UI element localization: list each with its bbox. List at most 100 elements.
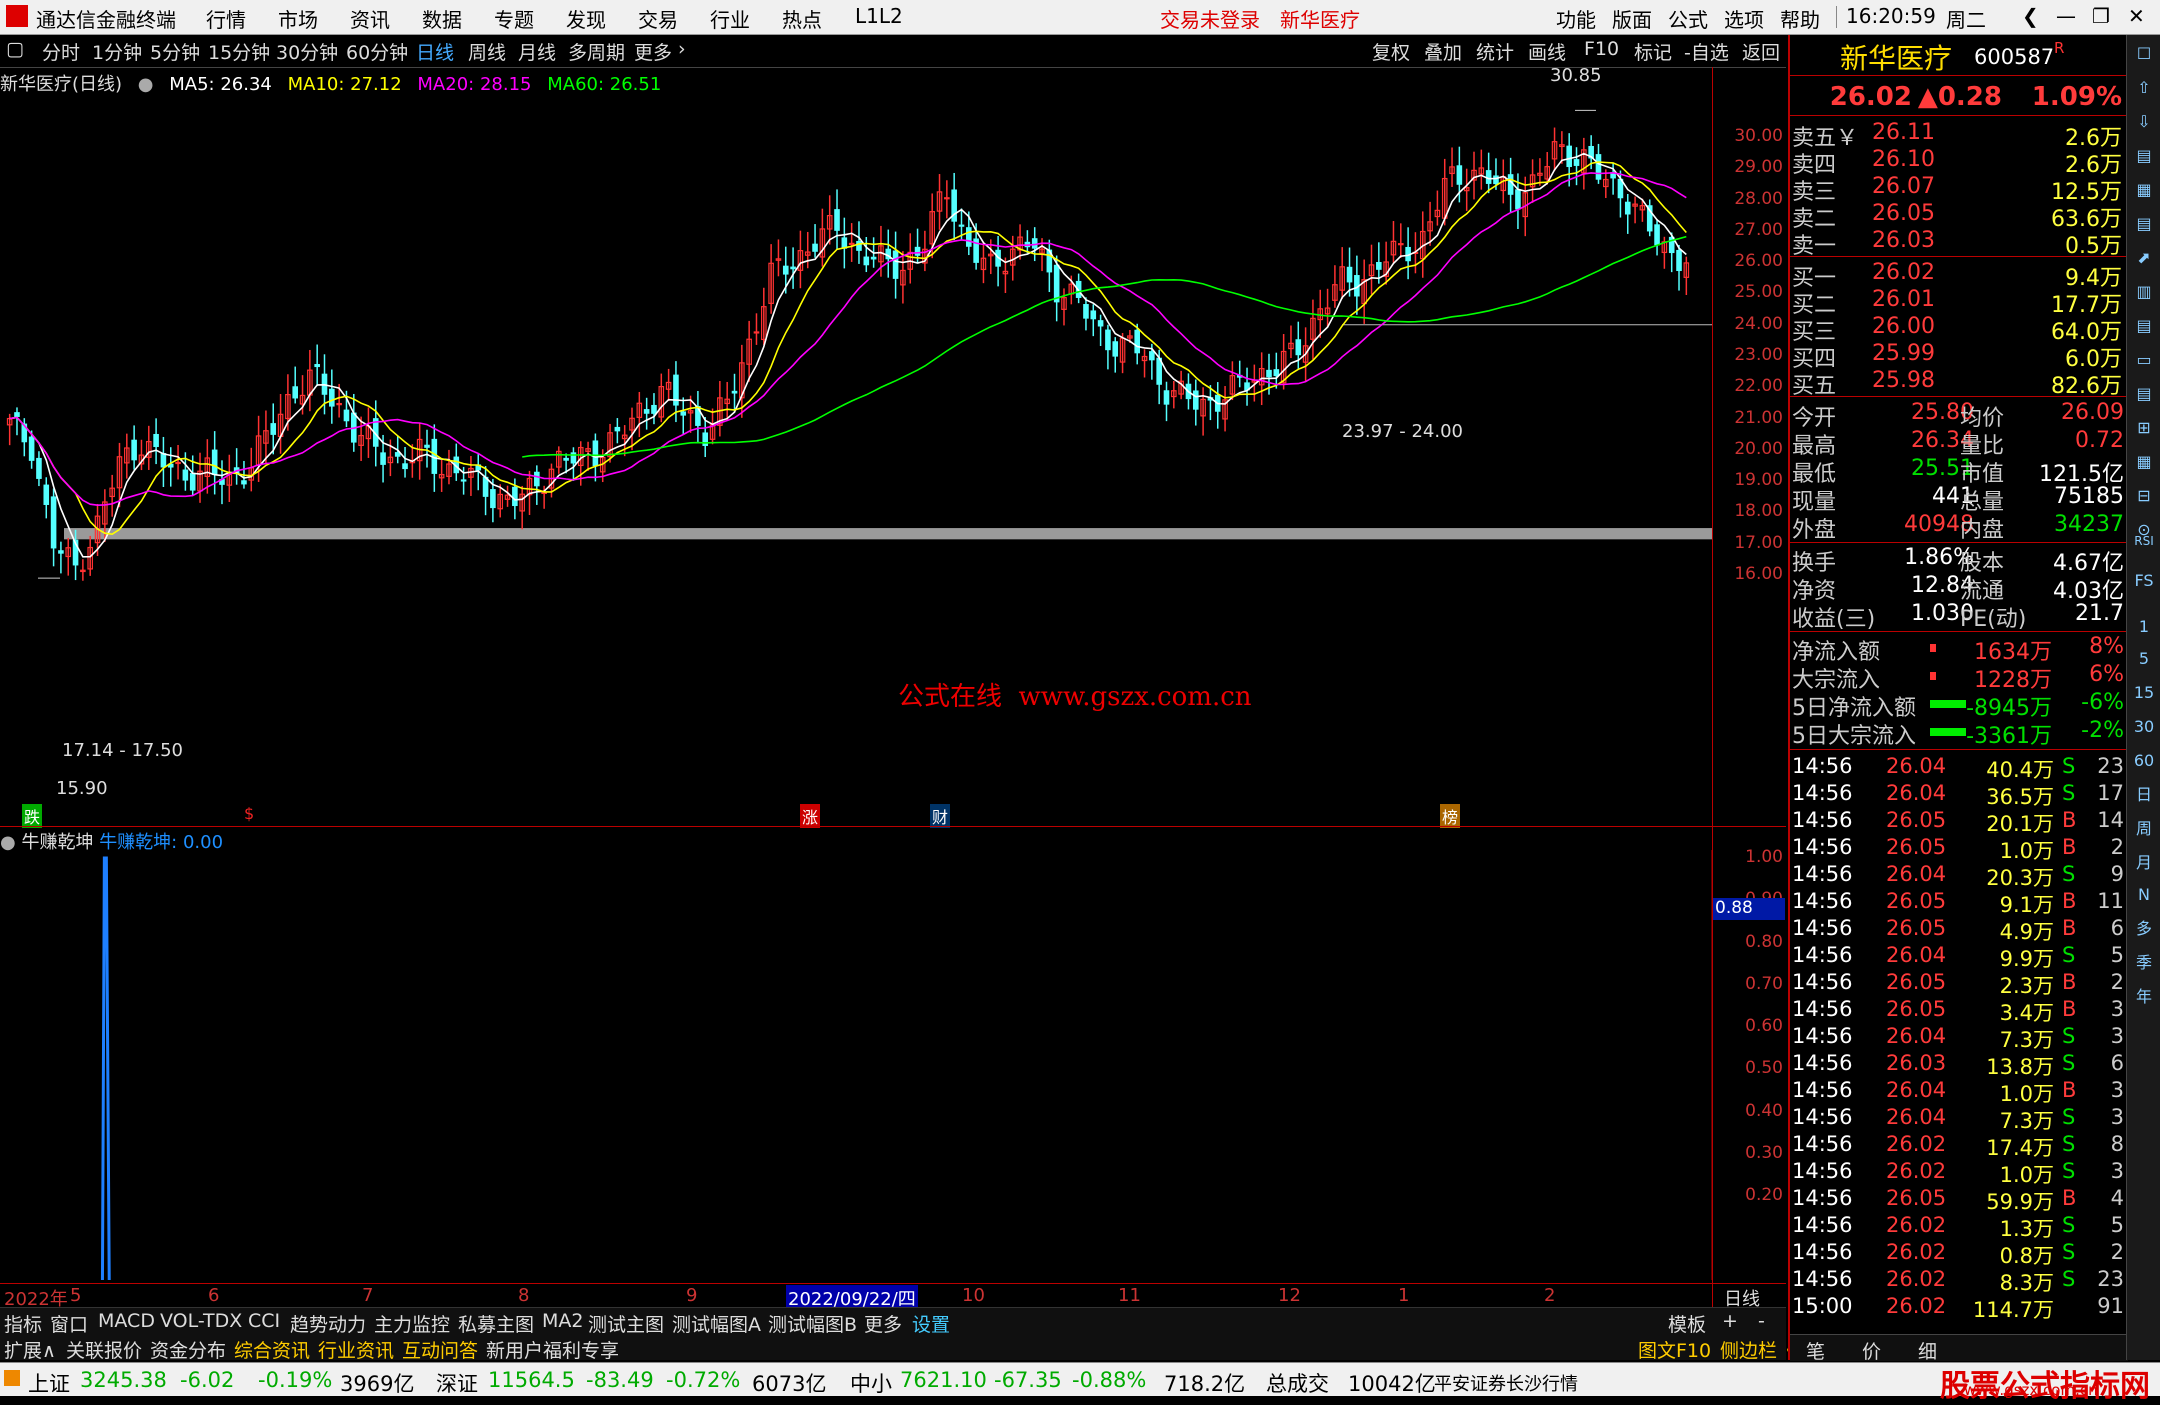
sidebar-tool-icon[interactable]: ▤ [2131, 211, 2157, 237]
ask-row[interactable]: 卖一 26.03 0.5万 [1792, 228, 2126, 259]
sidebar-label[interactable]: FS [2131, 568, 2157, 594]
stat-row[interactable]: 今开 25.80 均价 26.09 [1792, 400, 2126, 431]
ask-row[interactable]: 卖二 26.05 63.6万 [1792, 201, 2126, 232]
tab-test-main[interactable]: 测试主图 [588, 1310, 664, 1337]
sidebar-label[interactable]: RSI [2131, 528, 2157, 554]
sidebar-tool-icon[interactable]: ▦ [2131, 449, 2157, 475]
trade-row[interactable]: 14:56 26.05 20.1万 B 14 [1792, 808, 2126, 836]
btn-biaoji[interactable]: 标记 [1634, 38, 1672, 65]
trade-row[interactable]: 14:56 26.02 17.4万 S 8 [1792, 1132, 2126, 1160]
menu-hangqing[interactable]: 行情 [206, 4, 246, 33]
price-row[interactable]: 26.02 ▲0.28 1.09% [1792, 82, 2126, 112]
tab-more[interactable]: 更多 [864, 1310, 902, 1337]
menu-shichang[interactable]: 市场 [278, 4, 318, 33]
menu-zhuanti[interactable]: 专题 [494, 4, 534, 33]
trade-row[interactable]: 14:56 26.03 13.8万 S 6 [1792, 1051, 2126, 1079]
trade-row[interactable]: 14:56 26.02 0.8万 S 2 [1792, 1240, 2126, 1268]
trade-row[interactable]: 14:56 26.05 1.0万 B 2 [1792, 835, 2126, 863]
marker-die[interactable]: 跌 [22, 804, 43, 828]
sidebar-label[interactable]: 年 [2131, 984, 2157, 1010]
period-60min[interactable]: 60分钟 [346, 38, 408, 65]
marker-zhang[interactable]: 涨 [800, 804, 821, 828]
period-30min[interactable]: 30分钟 [276, 38, 338, 65]
flow-row[interactable]: 大宗流入 1228万 6% [1792, 662, 2126, 693]
trade-row[interactable]: 15:00 26.02 114.7万 91 [1792, 1294, 2126, 1322]
stat-row[interactable]: 最低 25.51 市值 121.5亿 [1792, 456, 2126, 487]
tab-cci[interactable]: CCI [248, 1310, 280, 1332]
indicator-chart[interactable] [0, 850, 1712, 1280]
tab-test-a[interactable]: 测试幅图A [672, 1310, 761, 1337]
login-status[interactable]: 交易未登录 [1160, 4, 1260, 33]
fundamental-row[interactable]: 收益(三) 1.030 PE(动) 21.7 [1792, 601, 2126, 632]
period-5min[interactable]: 5分钟 [150, 38, 200, 65]
period-15min[interactable]: 15分钟 [208, 38, 270, 65]
stat-row[interactable]: 现量 441 总量 75185 [1792, 484, 2126, 515]
ask-row[interactable]: 卖五￥ 26.11 2.6万 [1792, 120, 2126, 151]
tab-hudong[interactable]: 互动问答 [402, 1336, 478, 1363]
period-weekly[interactable]: 周线 [468, 38, 506, 65]
btn-tongji[interactable]: 统计 [1476, 38, 1514, 65]
sidebar-label[interactable]: 30 [2131, 714, 2157, 740]
sidebar-label[interactable]: 60 [2131, 748, 2157, 774]
trade-row[interactable]: 14:56 26.05 3.4万 B 3 [1792, 997, 2126, 1025]
menu-faxian[interactable]: 发现 [566, 4, 606, 33]
period-multi[interactable]: 多周期 [568, 38, 625, 65]
broker-name[interactable]: 平安证券长沙行情 [1434, 1370, 1578, 1396]
flow-row[interactable]: 净流入额 1634万 8% [1792, 634, 2126, 665]
toggle-panel-icon[interactable]: ▢ [6, 38, 24, 60]
sz-name[interactable]: 深证 [436, 1368, 478, 1398]
zx-name[interactable]: 中小 [850, 1368, 892, 1398]
trade-row[interactable]: 14:56 26.02 1.0万 S 3 [1792, 1159, 2126, 1187]
btn-remove-pane[interactable]: - [1758, 1310, 1765, 1332]
trade-row[interactable]: 14:56 26.05 4.9万 B 6 [1792, 916, 2126, 944]
sidebar-tool-icon[interactable]: ▤ [2131, 143, 2157, 169]
ask-row[interactable]: 卖四 26.10 2.6万 [1792, 147, 2126, 178]
trade-tab[interactable]: 价 [1862, 1337, 1881, 1364]
period-daily[interactable]: 日线 [416, 38, 454, 65]
restore-icon[interactable]: ❐ [2092, 4, 2110, 28]
menu-redian[interactable]: 热点 [782, 4, 822, 33]
sidebar-label[interactable]: 15 [2131, 680, 2157, 706]
trade-row[interactable]: 14:56 26.04 1.0万 B 3 [1792, 1078, 2126, 1106]
menu-hangye[interactable]: 行业 [710, 4, 750, 33]
sh-name[interactable]: 上证 [28, 1368, 70, 1398]
sidebar-label[interactable]: 1 [2131, 614, 2157, 640]
sidebar-tool-icon[interactable]: ▦ [2131, 177, 2157, 203]
menu-banmian[interactable]: 版面 [1612, 4, 1652, 33]
stat-row[interactable]: 最高 26.34 量比 0.72 [1792, 428, 2126, 459]
btn-fuquan[interactable]: 复权 [1372, 38, 1410, 65]
trade-row[interactable]: 14:56 26.04 9.9万 S 5 [1792, 943, 2126, 971]
trade-row[interactable]: 14:56 26.02 1.3万 S 5 [1792, 1213, 2126, 1241]
trade-row[interactable]: 14:56 26.04 36.5万 S 17 [1792, 781, 2126, 809]
btn-f10-graphic[interactable]: 图文F10 [1638, 1336, 1711, 1363]
trade-row[interactable]: 14:56 26.05 2.3万 B 2 [1792, 970, 2126, 998]
tab-ma2[interactable]: MA2 [542, 1310, 583, 1332]
marker-dollar[interactable]: $ [244, 804, 254, 823]
btn-zixuan[interactable]: -自选 [1684, 38, 1729, 65]
sidebar-tool-icon[interactable]: ▭ [2131, 347, 2157, 373]
tab-test-b[interactable]: 测试幅图B [768, 1310, 857, 1337]
tab-macd[interactable]: MACD [98, 1310, 155, 1332]
pane-divider[interactable] [0, 826, 1786, 827]
bid-row[interactable]: 买四 25.99 6.0万 [1792, 341, 2126, 372]
chevron-right-icon[interactable]: › [678, 38, 686, 60]
trade-row[interactable]: 14:56 26.04 40.4万 S 23 [1792, 754, 2126, 782]
fundamental-row[interactable]: 换手 1.86% 股本 4.67亿 [1792, 545, 2126, 576]
menu-gongshi[interactable]: 公式 [1668, 4, 1708, 33]
sidebar-tool-icon[interactable]: ⊞ [2131, 415, 2157, 441]
period-fenshi[interactable]: 分时 [42, 38, 80, 65]
trade-row[interactable]: 14:56 26.04 7.3万 S 3 [1792, 1024, 2126, 1052]
sidebar-tool-icon[interactable]: ▥ [2131, 279, 2157, 305]
btn-diejia[interactable]: 叠加 [1424, 38, 1462, 65]
tab-zhibiao[interactable]: 指标 [4, 1310, 42, 1337]
tab-guanlian[interactable]: 关联报价 [66, 1336, 142, 1363]
ask-row[interactable]: 卖三 26.07 12.5万 [1792, 174, 2126, 205]
close-icon[interactable]: ✕ [2128, 4, 2145, 28]
minimize-icon[interactable]: — [2056, 4, 2076, 28]
sidebar-tool-icon[interactable]: ▤ [2131, 381, 2157, 407]
back-arrow-icon[interactable]: ❮ [2022, 4, 2039, 28]
sidebar-label[interactable]: N [2131, 882, 2157, 908]
sidebar-tool-icon[interactable]: ⬈ [2131, 245, 2157, 271]
menu-zixun[interactable]: 资讯 [350, 4, 390, 33]
candlestick-chart[interactable] [0, 67, 1712, 827]
